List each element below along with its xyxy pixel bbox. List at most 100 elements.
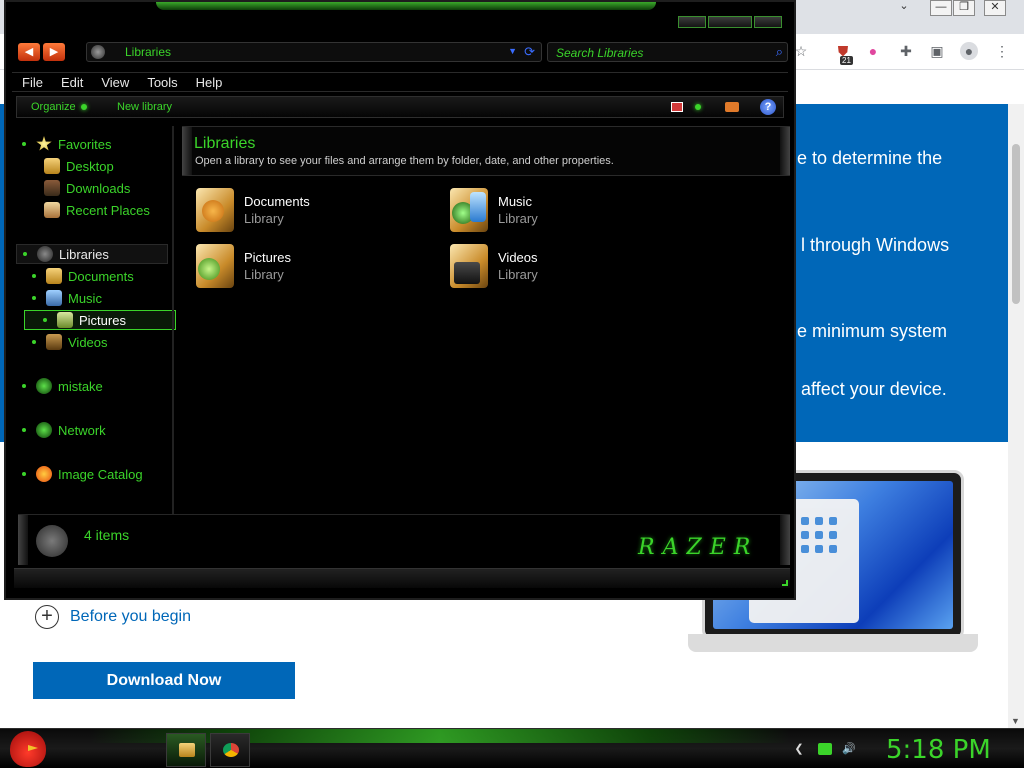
nav-item-music[interactable]: Music <box>32 288 102 308</box>
menu-help[interactable]: Help <box>186 73 231 91</box>
chevron-down-icon[interactable]: ▼ <box>508 46 517 56</box>
taskbar-explorer-button[interactable] <box>166 733 206 767</box>
nav-item-desktop[interactable]: Desktop <box>44 156 114 176</box>
address-text: Libraries <box>125 45 172 59</box>
close-button[interactable] <box>753 16 782 28</box>
nav-item-image-catalog[interactable]: Image Catalog <box>22 464 143 484</box>
videos-icon <box>46 334 62 350</box>
scroll-down-arrow-icon[interactable]: ▼ <box>1011 716 1020 726</box>
folder-icon <box>179 743 195 757</box>
page-scrollbar[interactable]: ▼ <box>1008 104 1024 728</box>
profile-avatar-icon[interactable]: ● <box>960 42 978 60</box>
nav-item-label: Videos <box>68 334 108 350</box>
preview-pane-icon[interactable] <box>725 102 739 112</box>
library-type: Library <box>244 211 284 226</box>
library-pictures[interactable]: Pictures Library <box>196 244 396 290</box>
menu-tools[interactable]: Tools <box>137 73 185 91</box>
hero-text-line: affect your device. <box>801 379 947 399</box>
hero-text-line: e minimum system <box>797 321 948 341</box>
explorer-window: ◀ ▶ Libraries ▼ ⟳ ⌕ File Edit View Tools… <box>4 0 796 600</box>
close-button[interactable]: ✕ <box>984 0 1006 16</box>
expand-dot-icon <box>22 142 26 146</box>
maximize-button[interactable]: ❐ <box>953 0 975 16</box>
tab-search-button[interactable]: ⌄ <box>893 0 915 16</box>
extension-badge: 21 <box>840 56 853 65</box>
library-music[interactable]: Music Library <box>450 188 650 234</box>
menu-view[interactable]: View <box>91 73 137 91</box>
menu-file[interactable]: File <box>12 73 51 91</box>
documents-folder-icon <box>196 188 234 232</box>
library-documents[interactable]: Documents Library <box>196 188 396 234</box>
menu-edit[interactable]: Edit <box>51 73 91 91</box>
organize-button[interactable]: Organize <box>31 101 76 113</box>
documents-icon <box>46 268 62 284</box>
libraries-icon <box>37 246 53 262</box>
new-library-button[interactable]: New library <box>117 101 172 113</box>
scrollbar-thumb[interactable] <box>1012 144 1020 304</box>
page-subtitle: Open a library to see your files and arr… <box>195 155 614 167</box>
nav-item-label: Desktop <box>66 158 114 174</box>
title-glow <box>156 2 656 10</box>
nav-item-network[interactable]: Network <box>22 420 106 440</box>
taskbar-clock[interactable]: 5:18 PM <box>886 735 991 765</box>
chrome-menu-icon[interactable]: ⋮ <box>993 42 1011 60</box>
extensions-puzzle-icon[interactable]: ✚ <box>897 42 915 60</box>
nav-item-label: Pictures <box>79 312 126 328</box>
before-you-begin-expander[interactable]: + Before you begin <box>35 605 191 629</box>
nav-item-pictures[interactable]: Pictures <box>24 310 176 330</box>
nav-item-libraries[interactable]: Libraries <box>16 244 168 264</box>
command-bar: Organize New library ? <box>16 96 784 118</box>
nav-item-label: Network <box>58 422 106 438</box>
search-box[interactable]: ⌕ <box>547 42 788 62</box>
nav-item-label: Image Catalog <box>58 466 143 482</box>
taskbar-chrome-button[interactable] <box>210 733 250 767</box>
library-header: Libraries Open a library to see your fil… <box>182 126 790 176</box>
maximize-button[interactable] <box>708 16 752 28</box>
forward-button[interactable]: ▶ <box>43 43 65 61</box>
nav-item-label: Favorites <box>58 136 112 152</box>
refresh-icon[interactable]: ⟳ <box>524 44 535 60</box>
videos-folder-icon <box>450 244 488 288</box>
library-type: Library <box>498 267 538 282</box>
address-bar[interactable]: Libraries ▼ ⟳ <box>86 42 542 62</box>
side-panel-icon[interactable]: ▣ <box>928 42 946 60</box>
item-count: 4 items <box>84 527 130 543</box>
volume-icon[interactable]: 🔊 <box>842 743 856 755</box>
start-button-angry-bird-icon[interactable] <box>10 731 46 767</box>
caption-buttons <box>678 16 782 28</box>
library-name: Documents <box>244 194 310 209</box>
hero-text-line: l through Windows <box>801 235 950 255</box>
details-cap-right <box>780 515 790 565</box>
nav-item-documents[interactable]: Documents <box>32 266 134 286</box>
minimize-button[interactable]: — <box>930 0 952 16</box>
search-icon[interactable]: ⌕ <box>776 44 783 60</box>
back-button[interactable]: ◀ <box>18 43 40 61</box>
network-tray-icon[interactable] <box>818 743 832 755</box>
download-now-button[interactable]: Download Now <box>33 662 295 699</box>
music-folder-icon <box>450 188 488 232</box>
nav-item-videos[interactable]: Videos <box>32 332 108 352</box>
library-videos[interactable]: Videos Library <box>450 244 650 290</box>
page-title: Libraries <box>194 135 256 152</box>
resize-grip-icon[interactable] <box>782 580 788 586</box>
pane-divider[interactable] <box>172 126 174 516</box>
help-icon[interactable]: ? <box>760 99 776 115</box>
hero-text-line: e to determine the <box>797 148 943 168</box>
expand-dot-icon <box>32 296 36 300</box>
search-input[interactable] <box>556 45 761 60</box>
minimize-button[interactable] <box>678 16 707 28</box>
view-options-icon[interactable] <box>695 104 701 110</box>
change-view-icon[interactable] <box>671 102 683 112</box>
music-icon <box>46 290 62 306</box>
extension-flag-icon[interactable]: ● <box>864 42 882 60</box>
plus-circle-icon: + <box>35 605 59 629</box>
expand-dot-icon <box>22 428 26 432</box>
nav-item-favorites[interactable]: Favorites <box>22 134 111 154</box>
tray-expand-icon[interactable]: ❮ <box>792 743 806 755</box>
nav-item-mistake[interactable]: mistake <box>22 376 103 396</box>
nav-item-downloads[interactable]: Downloads <box>44 178 130 198</box>
header-cap-left <box>182 127 192 175</box>
nav-item-recent-places[interactable]: Recent Places <box>44 200 150 220</box>
organize-dropdown-icon[interactable] <box>81 104 87 110</box>
nav-item-label: mistake <box>58 378 103 394</box>
